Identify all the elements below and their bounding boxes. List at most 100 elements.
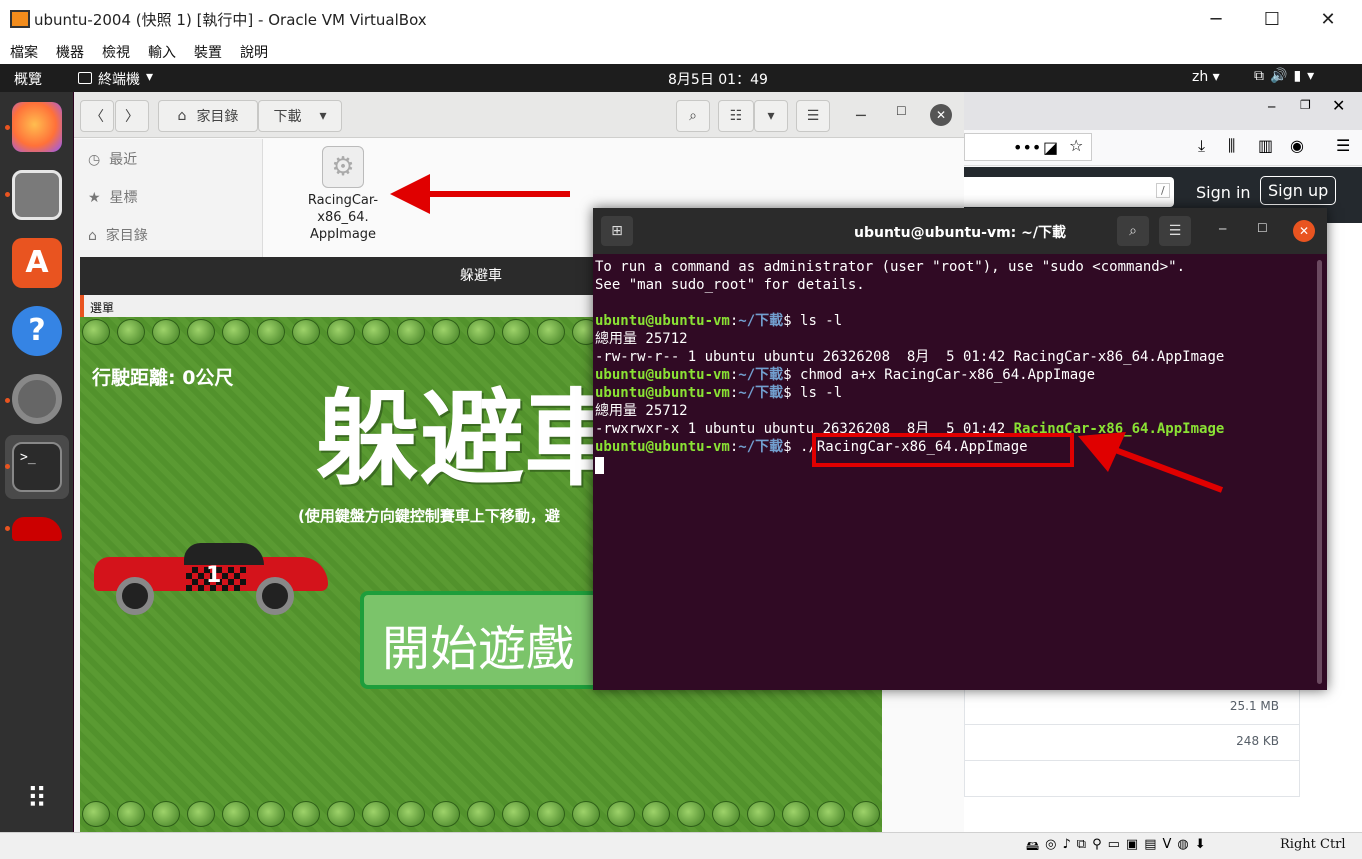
network-icon[interactable]: ⧉ [1077,837,1086,859]
vt-x-icon[interactable]: V [1163,837,1172,859]
menu-help[interactable]: 說明 [240,42,268,62]
hdd-icon[interactable]: 🖴 [1026,837,1039,859]
close-icon[interactable]: ✕ [1332,96,1345,115]
racing-car-app-icon[interactable] [12,517,62,541]
pocket-icon[interactable]: ◪ [1043,138,1058,157]
menu-view[interactable]: 檢視 [102,42,130,62]
activities-button[interactable]: 概覽 [14,69,42,89]
minimize-icon[interactable]: ─ [1268,100,1275,114]
forward-button[interactable]: 〉 [115,100,149,132]
display-icon[interactable]: ▣ [1126,837,1138,859]
file-list-row: 25.1 MB [964,689,1300,725]
input-method[interactable]: zh ▾ [1192,69,1220,85]
path-home[interactable]: ⌂ 家目錄 [158,100,258,132]
menu-button[interactable]: ☰ [1159,216,1191,246]
sign-up-button[interactable]: Sign up [1260,176,1337,205]
account-icon[interactable]: ◉ [1290,136,1304,155]
sidebar-item-recent[interactable]: ◷ 最近 [88,149,137,169]
view-options-button[interactable]: ▾ [754,100,788,132]
bush [397,319,425,345]
search-button[interactable]: ⌕ [676,100,710,132]
audio-icon[interactable]: ♪ [1062,837,1070,859]
bookmark-star-icon[interactable]: ☆ [1069,136,1083,155]
start-game-label: 開始遊戲 [382,621,575,677]
terminal-line: To run a command as administrator (user … [595,258,1311,276]
hamburger-menu-icon[interactable]: ☰ [1336,136,1350,155]
sidebar-item-starred[interactable]: ★ 星標 [88,187,137,207]
bush [502,801,530,827]
app-menu[interactable]: 終端機 ▾ [78,69,153,89]
sidebar-item-home[interactable]: ⌂ 家目錄 [88,225,148,245]
chevron-down-icon: ▾ [1307,68,1321,84]
globe-icon[interactable]: ◍ [1177,837,1188,859]
hamburger-menu-icon: ☰ [806,108,820,124]
terminal-line: 總用量 25712 [595,402,1311,420]
minimize-icon[interactable]: ─ [856,106,866,125]
battery-icon: ▮ [1293,68,1308,84]
close-icon[interactable]: ✕ [930,104,952,126]
maximize-button[interactable]: ☐ [1244,0,1300,38]
restore-icon[interactable]: ❐ [1300,98,1311,112]
status-icons: 🖴 ◎ ♪ ⧉ ⚲ ▭ ▣ ▤ V ◍ ⬇ [1026,837,1206,859]
terminal-text: To run a command as administrator (user … [595,259,1186,275]
firefox-icon[interactable] [12,102,62,152]
ubuntu-dock: A ? >_ ⠿ [0,92,73,832]
terminal-icon[interactable]: >_ [12,442,62,492]
shared-folders-icon[interactable]: ▭ [1108,837,1120,859]
close-button[interactable]: ✕ [1300,0,1356,38]
settings-icon[interactable] [12,374,62,424]
start-game-button[interactable]: 開始遊戲 [360,591,620,689]
bush [712,801,740,827]
file-size: 248 KB [1236,734,1279,748]
system-tray[interactable]: ⧉🔊▮▾ [1254,68,1320,84]
search-button[interactable]: ⌕ [1117,216,1149,246]
url-bar[interactable]: ••• ◪ ☆ [964,133,1092,161]
game-menu-item[interactable]: 選單 [90,299,114,316]
slash-key-hint: / [1156,183,1170,198]
terminal-command: chmod a+x RacingCar-x86_64.AppImage [800,367,1096,383]
usb-icon[interactable]: ⚲ [1092,837,1102,859]
path-current[interactable]: 下載 ▾ [258,100,342,132]
library-icon[interactable]: ⫼ [1228,136,1235,156]
optical-drive-icon[interactable]: ◎ [1045,837,1056,859]
downloads-icon[interactable]: ⤓ [1198,136,1205,156]
files-icon[interactable] [12,170,62,220]
terminal-scrollbar[interactable] [1317,260,1322,684]
bush [152,801,180,827]
running-indicator [5,125,10,130]
sign-in-link[interactable]: Sign in [1196,183,1251,202]
view-list-button[interactable]: ☷ [718,100,754,132]
file-label-line: RacingCar- [307,193,379,208]
close-icon[interactable]: ✕ [1293,220,1315,242]
file-label: RacingCar- x86_64. AppImage [300,192,386,243]
recording-icon[interactable]: ▤ [1144,837,1156,859]
file-item[interactable]: ⚙ RacingCar- x86_64. AppImage [300,146,386,243]
page-actions-icon[interactable]: ••• [1013,138,1041,157]
minimize-button[interactable]: ─ [1188,0,1244,38]
menu-file[interactable]: 檔案 [10,42,38,62]
help-icon[interactable]: ? [12,306,62,356]
sidebar-icon[interactable]: ▥ [1258,136,1273,155]
menu-machine[interactable]: 機器 [56,42,84,62]
show-apps-icon[interactable]: ⠿ [20,782,54,816]
clock[interactable]: 8月5日 01：49 [668,69,768,89]
menu-devices[interactable]: 裝置 [194,42,222,62]
running-indicator [5,464,10,469]
bush [362,801,390,827]
home-icon: ⌂ [88,228,97,244]
mouse-integration-icon[interactable]: ⬇ [1195,837,1206,859]
github-search[interactable]: / [964,177,1174,207]
menu-button[interactable]: ☰ [796,100,830,132]
maximize-icon[interactable]: ☐ [1257,221,1268,235]
software-icon[interactable]: A [12,238,62,288]
bush [292,801,320,827]
minimize-icon[interactable]: ─ [1219,222,1226,236]
maximize-icon[interactable]: ☐ [896,104,907,118]
terminal-text: -rw-rw-r-- 1 ubuntu ubuntu 26326208 8月 5… [595,349,1225,365]
menu-input[interactable]: 輸入 [148,42,176,62]
sidebar-item-label: 家目錄 [105,228,148,244]
bush [642,801,670,827]
back-button[interactable]: 〈 [80,100,114,132]
bush [117,801,145,827]
